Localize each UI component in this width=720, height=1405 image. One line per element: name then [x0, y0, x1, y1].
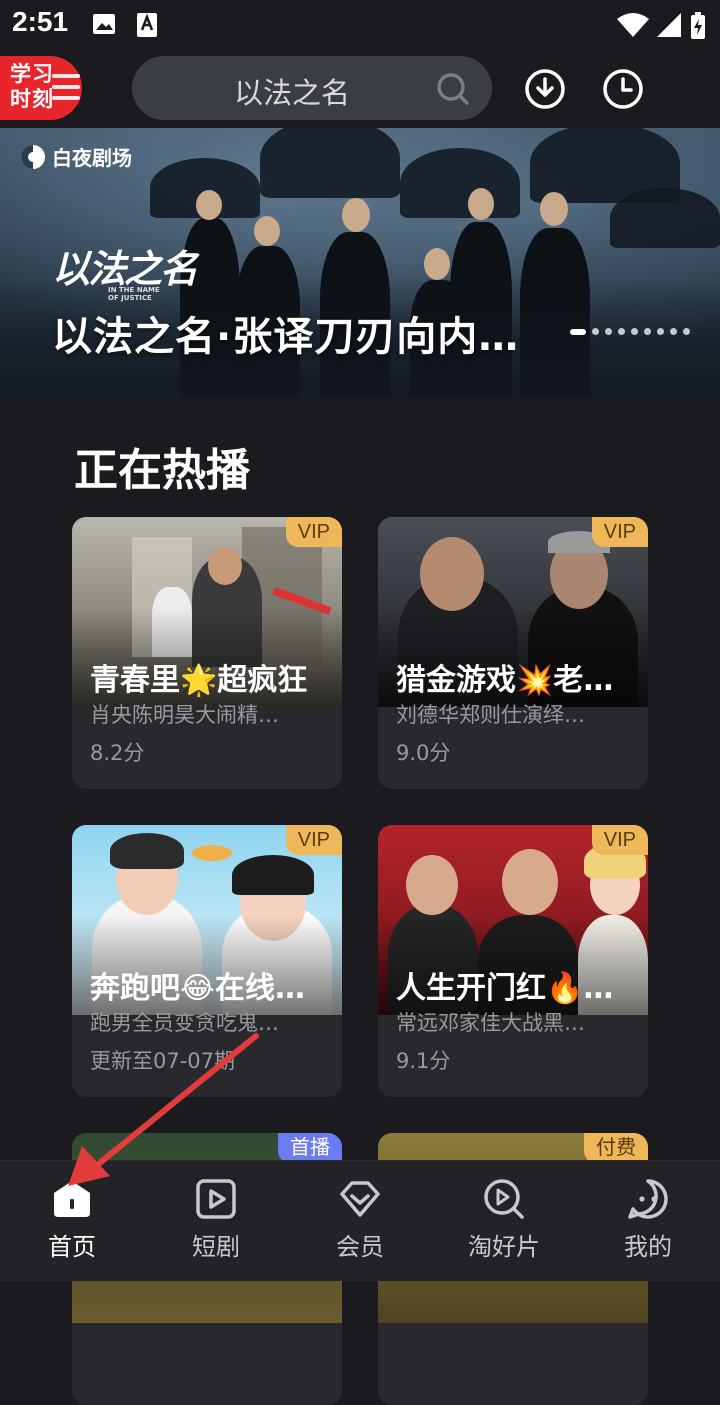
- show-title: 奔跑吧😂在线…: [90, 971, 306, 1006]
- menu-icon: [52, 74, 80, 107]
- banner-face: [342, 198, 370, 232]
- channel-name: 白夜剧场: [52, 146, 132, 170]
- section-title-now-playing: 正在热播: [74, 445, 250, 496]
- carousel-dot[interactable]: [605, 328, 612, 335]
- carousel-dot[interactable]: [670, 328, 677, 335]
- show-card[interactable]: VIP 猎金游戏💥老… 刘德华郑则仕演绎… 9.0分: [378, 517, 648, 789]
- nav-label: 会员: [336, 1233, 384, 1261]
- vip-diamond-icon: [340, 1181, 380, 1217]
- nav-item-vip[interactable]: 会员: [288, 1161, 432, 1281]
- show-description: 刘德华郑则仕演绎…: [396, 703, 585, 727]
- discover-icon: [484, 1179, 524, 1219]
- nav-label: 我的: [624, 1233, 672, 1261]
- carousel-dot[interactable]: [644, 328, 651, 335]
- show-rating: 8.2分: [90, 741, 145, 765]
- carousel-dot[interactable]: [631, 328, 638, 335]
- bottom-navigation: 首页 短剧 会员 淘好片 我的: [0, 1160, 720, 1281]
- cellular-signal-icon: [657, 13, 681, 37]
- show-title: 青春里🌟超疯狂: [90, 663, 308, 698]
- nav-label: 首页: [48, 1233, 96, 1261]
- nav-item-profile[interactable]: 我的: [576, 1161, 720, 1281]
- show-title: 猎金游戏💥老…: [396, 663, 614, 698]
- search-icon: [437, 73, 469, 105]
- nav-item-home[interactable]: 首页: [0, 1161, 144, 1281]
- carousel-dot[interactable]: [618, 328, 625, 335]
- vip-badge: VIP: [285, 517, 342, 547]
- channel-logo: 白夜剧场: [20, 142, 132, 171]
- show-card[interactable]: VIP 青春里🌟超疯狂 肖央陈明昊大闹精… 8.2分: [72, 517, 342, 789]
- show-update-status: 更新至07-07期: [90, 1049, 236, 1073]
- status-time: 2:51: [12, 6, 69, 37]
- banner-umbrella: [400, 148, 520, 218]
- vip-badge: VIP: [591, 517, 648, 547]
- nav-item-discover[interactable]: 淘好片: [432, 1161, 576, 1281]
- show-calligraphy-logo: 以法之名: [52, 246, 198, 291]
- status-bar: 2:51: [0, 0, 720, 50]
- banner-face: [254, 216, 280, 246]
- show-card[interactable]: VIP 奔跑吧😂在线… 跑男全员变贪吃鬼… 更新至07-07期: [72, 825, 342, 1097]
- carousel-dot[interactable]: [657, 328, 664, 335]
- show-rating: 9.0分: [396, 741, 451, 765]
- download-icon[interactable]: [524, 68, 566, 110]
- nav-label: 淘好片: [468, 1233, 540, 1261]
- banner-face: [540, 192, 568, 226]
- wifi-icon: [617, 13, 649, 37]
- show-rating: 9.1分: [396, 1049, 451, 1073]
- vip-badge: VIP: [591, 825, 648, 855]
- banner-face: [468, 188, 494, 220]
- show-description: 常远邓家佳大战黑…: [396, 1011, 585, 1035]
- home-icon: [54, 1181, 90, 1217]
- show-title: 人生开门红🔥…: [396, 971, 614, 1006]
- show-description: 跑男全员变贪吃鬼…: [90, 1011, 279, 1035]
- carousel-dot[interactable]: [683, 328, 690, 335]
- banner-umbrella: [260, 128, 400, 198]
- short-drama-icon: [196, 1179, 236, 1219]
- banner-face: [424, 248, 450, 280]
- image-notification-icon: [93, 14, 115, 34]
- show-card[interactable]: VIP 人生开门红🔥… 常远邓家佳大战黑… 9.1分: [378, 825, 648, 1097]
- banner-face: [196, 190, 222, 220]
- study-moment-badge[interactable]: 学习时刻: [0, 56, 82, 120]
- search-placeholder: 以法之名: [234, 76, 351, 110]
- carousel-dot[interactable]: [570, 328, 586, 335]
- banner-umbrella: [610, 188, 720, 248]
- hero-banner[interactable]: 白夜剧场 以法之名 IN THE NAME OF JUSTICE 以法之名·张译…: [0, 128, 720, 398]
- search-bar[interactable]: 以法之名: [132, 56, 492, 120]
- profile-icon: [628, 1179, 668, 1219]
- paid-badge: 付费: [584, 1133, 648, 1163]
- show-english-title: IN THE NAME OF JUSTICE: [108, 286, 160, 302]
- premiere-badge: 首播: [278, 1133, 342, 1163]
- top-header: 学习时刻 以法之名: [0, 50, 720, 128]
- nav-label: 短剧: [192, 1233, 240, 1261]
- history-icon[interactable]: [602, 68, 644, 110]
- nav-item-short-drama[interactable]: 短剧: [144, 1161, 288, 1281]
- carousel-dot[interactable]: [592, 328, 599, 335]
- vip-badge: VIP: [285, 825, 342, 855]
- battery-charging-icon: [691, 12, 705, 39]
- show-description: 肖央陈明昊大闹精…: [90, 703, 279, 727]
- channel-logo-icon: [21, 144, 45, 169]
- app-notification-icon: [137, 13, 157, 37]
- carousel-indicator: [570, 328, 696, 335]
- banner-title: 以法之名·张译刀刃向内…: [52, 314, 520, 360]
